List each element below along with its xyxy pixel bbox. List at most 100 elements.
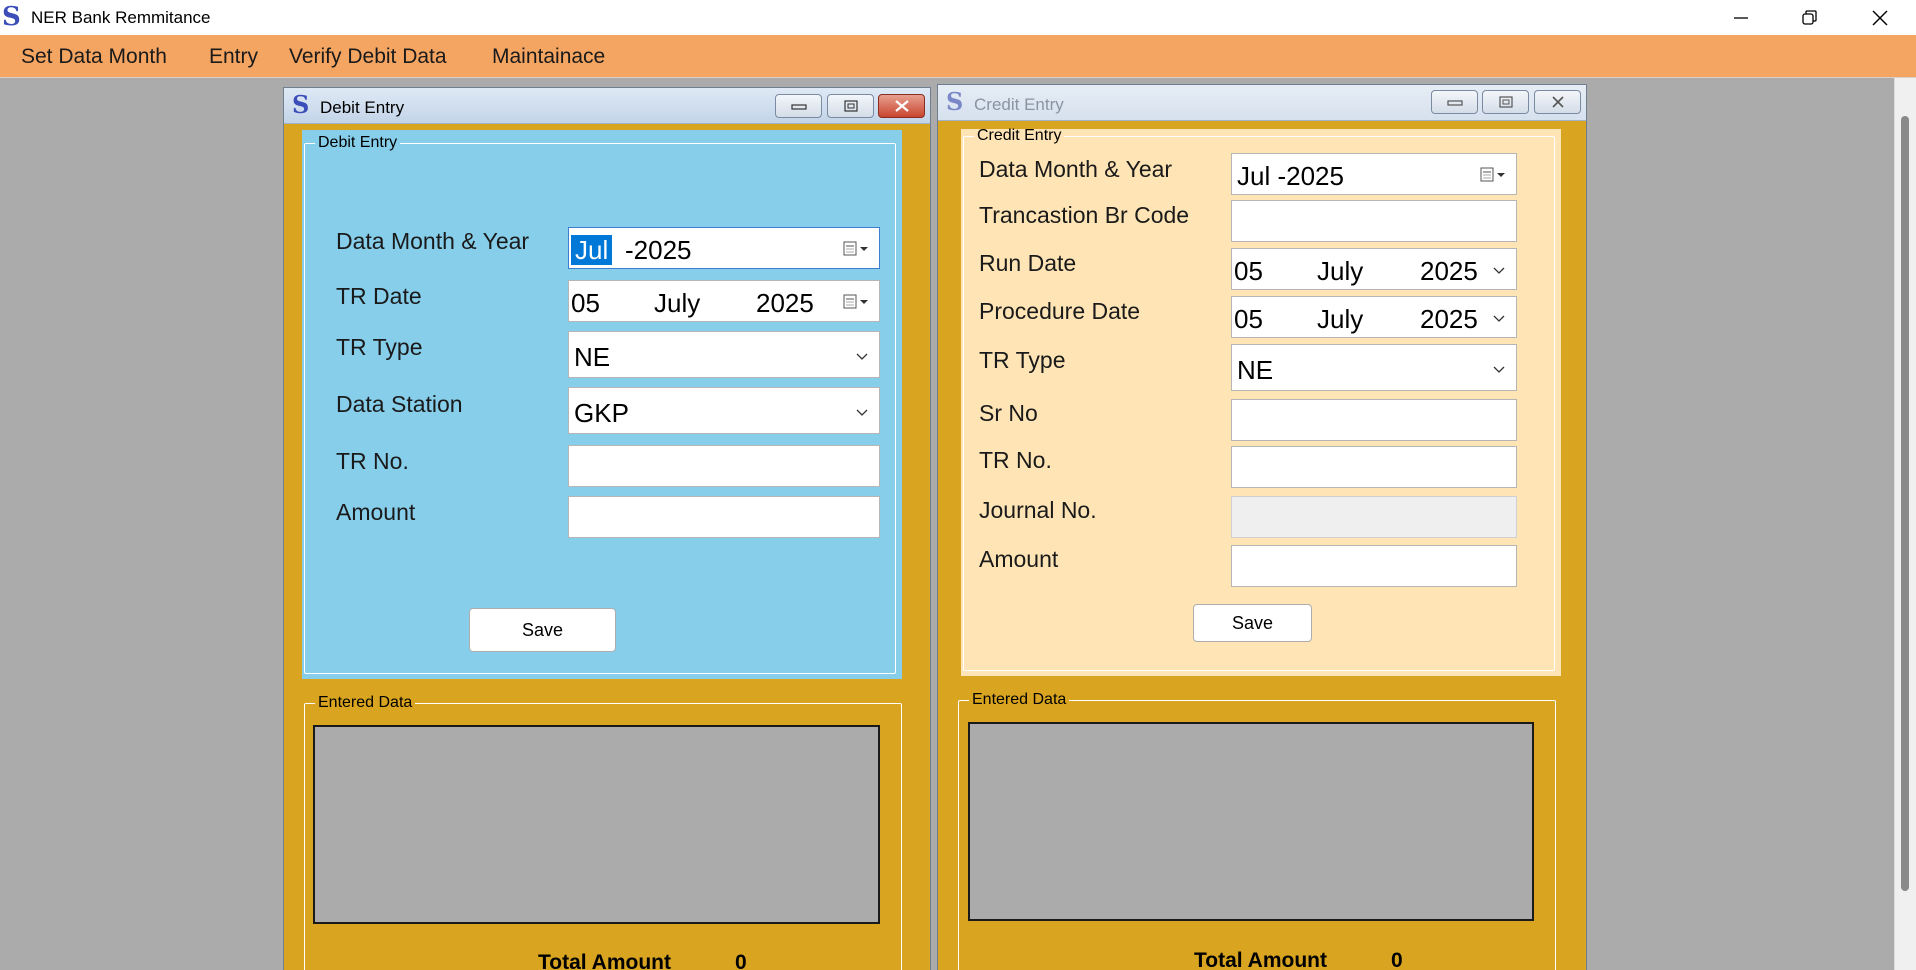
menu-set-data-month[interactable]: Set Data Month [21, 45, 167, 69]
credit-amount-label: Amount [979, 546, 1059, 572]
chevron-down-icon[interactable] [1492, 362, 1506, 376]
minimize-button[interactable] [1707, 0, 1775, 35]
credit-total-amount-value: 0 [1391, 949, 1403, 970]
credit-maximize-button[interactable] [1482, 90, 1529, 114]
minimize-icon [1446, 100, 1463, 106]
close-button[interactable] [1846, 0, 1914, 35]
debit-tr-type-value: NE [574, 342, 611, 372]
menu-maintainace[interactable]: Maintainace [492, 45, 605, 69]
credit-tr-type-select[interactable]: NE [1231, 344, 1517, 391]
credit-entry-window[interactable]: S Credit Entry Credit Entry Data Month &… [937, 84, 1587, 970]
credit-journal-no-input [1231, 496, 1517, 538]
app-title: NER Bank Remmitance [31, 8, 211, 27]
menu-bar: Set Data Month Entry Verify Debit Data M… [0, 35, 1916, 78]
credit-entry-group-label: Credit Entry [977, 127, 1062, 144]
chevron-down-icon[interactable] [1492, 263, 1506, 277]
credit-run-date-label: Run Date [979, 250, 1077, 276]
close-icon [1872, 10, 1888, 25]
credit-entered-data-label: Entered Data [972, 691, 1067, 708]
credit-run-date-month[interactable]: July [1317, 256, 1363, 287]
credit-window-titlebar[interactable]: S Credit Entry [938, 85, 1586, 121]
menu-entry[interactable]: Entry [209, 45, 258, 69]
credit-run-date-year[interactable]: 2025 [1420, 256, 1478, 287]
app-logo-icon: S [2, 2, 21, 32]
chevron-down-icon[interactable] [855, 349, 869, 363]
app-titlebar: S NER Bank Remmitance [0, 0, 1916, 35]
debit-window-titlebar[interactable]: S Debit Entry [284, 88, 930, 124]
debit-tr-type-select[interactable]: NE [568, 331, 880, 378]
debit-entry-window[interactable]: S Debit Entry Debit Entry Data Month & Y… [283, 87, 931, 970]
debit-minimize-button[interactable] [775, 94, 822, 118]
maximize-icon [1498, 96, 1513, 108]
credit-close-button[interactable] [1534, 90, 1581, 114]
restore-button[interactable] [1776, 0, 1844, 35]
calendar-dropdown-icon[interactable] [843, 241, 869, 257]
minimize-icon [790, 104, 807, 110]
restore-icon [1802, 9, 1817, 25]
credit-minimize-button[interactable] [1431, 90, 1478, 114]
credit-tr-type-label: TR Type [979, 347, 1066, 373]
debit-total-amount-label: Total Amount [538, 951, 671, 970]
debit-entered-data-label: Entered Data [318, 694, 413, 711]
credit-sr-no-input[interactable] [1231, 399, 1517, 441]
credit-month-year-picker[interactable]: Jul -2025 [1231, 153, 1517, 195]
debit-data-station-select[interactable]: GKP [568, 387, 880, 434]
debit-window-title: Debit Entry [320, 98, 405, 117]
credit-sr-no-label: Sr No [979, 400, 1038, 426]
credit-amount-input[interactable] [1231, 545, 1517, 587]
credit-entered-data-list[interactable] [968, 722, 1534, 921]
debit-entry-group-label: Debit Entry [318, 134, 398, 151]
debit-year-segment[interactable]: -2025 [625, 235, 692, 266]
debit-month-year-label: Data Month & Year [336, 228, 530, 254]
debit-tr-date-day[interactable]: 05 [571, 288, 600, 319]
calendar-dropdown-icon[interactable] [843, 294, 869, 310]
credit-entry-panel: Credit Entry Data Month & Year Jul -2025… [961, 127, 1561, 676]
credit-tr-type-value: NE [1237, 355, 1274, 385]
vertical-scrollbar[interactable] [1894, 78, 1916, 970]
debit-data-station-label: Data Station [336, 391, 463, 417]
credit-save-button[interactable]: Save [1193, 604, 1312, 642]
maximize-icon [843, 100, 858, 112]
close-icon [1551, 96, 1564, 108]
minimize-icon [1734, 16, 1748, 19]
calendar-dropdown-icon[interactable] [1480, 167, 1506, 183]
credit-proc-date-month[interactable]: July [1317, 304, 1363, 335]
debit-tr-date-picker[interactable]: 05 July 2025 [568, 280, 880, 322]
debit-maximize-button[interactable] [827, 94, 874, 118]
chevron-down-icon[interactable] [855, 405, 869, 419]
debit-tr-date-year[interactable]: 2025 [756, 288, 814, 319]
chevron-down-icon[interactable] [1492, 311, 1506, 325]
debit-entry-panel: Debit Entry Data Month & Year Jul -2025 … [302, 130, 902, 679]
credit-window-logo-icon: S [946, 87, 964, 116]
credit-proc-date-day[interactable]: 05 [1234, 304, 1263, 335]
credit-journal-no-label: Journal No. [979, 497, 1097, 523]
debit-month-year-picker[interactable]: Jul -2025 [568, 227, 880, 269]
debit-amount-input[interactable] [568, 496, 880, 538]
credit-month-year-value[interactable]: Jul -2025 [1237, 161, 1344, 192]
debit-window-logo-icon: S [292, 90, 310, 119]
credit-total-amount-label: Total Amount [1194, 949, 1327, 970]
debit-tr-type-label: TR Type [336, 334, 423, 360]
credit-br-code-label: Trancastion Br Code [979, 202, 1190, 228]
debit-amount-label: Amount [336, 499, 416, 525]
credit-run-date-day[interactable]: 05 [1234, 256, 1263, 287]
debit-data-station-value: GKP [574, 398, 629, 428]
credit-br-code-input[interactable] [1231, 200, 1517, 242]
credit-procedure-date-label: Procedure Date [979, 298, 1141, 324]
debit-tr-no-input[interactable] [568, 445, 880, 487]
debit-save-button[interactable]: Save [469, 608, 616, 652]
debit-tr-date-month[interactable]: July [654, 288, 700, 319]
debit-close-button[interactable] [878, 94, 925, 118]
debit-tr-date-label: TR Date [336, 283, 422, 309]
credit-run-date-picker[interactable]: 05 July 2025 [1231, 248, 1517, 290]
credit-tr-no-label: TR No. [979, 447, 1052, 473]
credit-window-title: Credit Entry [974, 95, 1064, 114]
menu-verify-debit-data[interactable]: Verify Debit Data [289, 45, 447, 69]
debit-entered-data-list[interactable] [313, 725, 880, 924]
credit-proc-date-year[interactable]: 2025 [1420, 304, 1478, 335]
credit-month-year-label: Data Month & Year [979, 156, 1173, 182]
scrollbar-thumb[interactable] [1901, 116, 1909, 891]
debit-month-segment[interactable]: Jul [571, 235, 613, 265]
credit-procedure-date-picker[interactable]: 05 July 2025 [1231, 296, 1517, 338]
credit-tr-no-input[interactable] [1231, 446, 1517, 488]
